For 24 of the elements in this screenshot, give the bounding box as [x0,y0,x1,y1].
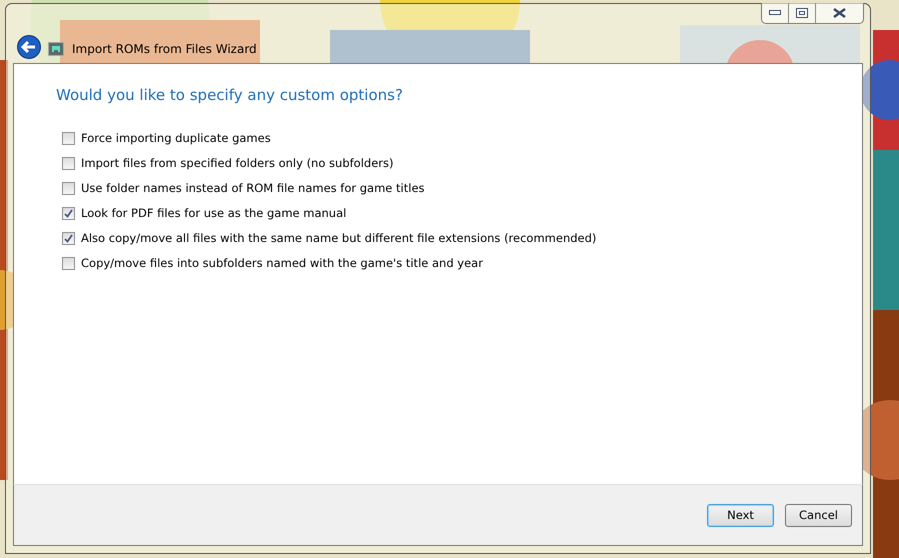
checkbox[interactable] [62,132,75,144]
option-label[interactable]: Force importing duplicate games [81,131,271,145]
back-button[interactable] [16,34,42,60]
close-icon [833,8,846,18]
checkbox[interactable] [62,206,75,220]
app-icon [48,42,64,56]
page-heading: Would you like to specify any custom options? [56,86,404,104]
option-label[interactable]: Import files from specified folders only (no subfolders) [81,156,394,170]
minimize-button[interactable] [762,3,789,23]
close-button[interactable] [816,3,863,23]
option-label[interactable]: Also copy/move all files with the same name but different file extensions (recommended) [81,231,596,245]
wizard-button[interactable]: Cancel [785,504,852,526]
checkbox[interactable] [62,232,75,244]
option-label[interactable]: Use folder names instead of ROM file names for game titles [81,181,425,195]
checkbox[interactable] [62,182,75,194]
option-label[interactable]: Look for PDF files for use as the game manual [81,206,346,220]
maximize-icon [796,8,808,18]
minimize-icon [769,10,781,16]
option-label[interactable]: Copy/move files into subfolders named with the game's title and year [81,256,483,270]
window-title: Import ROMs from Files Wizard [72,42,257,56]
checkbox[interactable] [62,256,75,270]
checkbox[interactable] [62,156,75,170]
wizard-button[interactable]: Next [707,504,774,526]
maximize-button[interactable] [789,3,816,23]
